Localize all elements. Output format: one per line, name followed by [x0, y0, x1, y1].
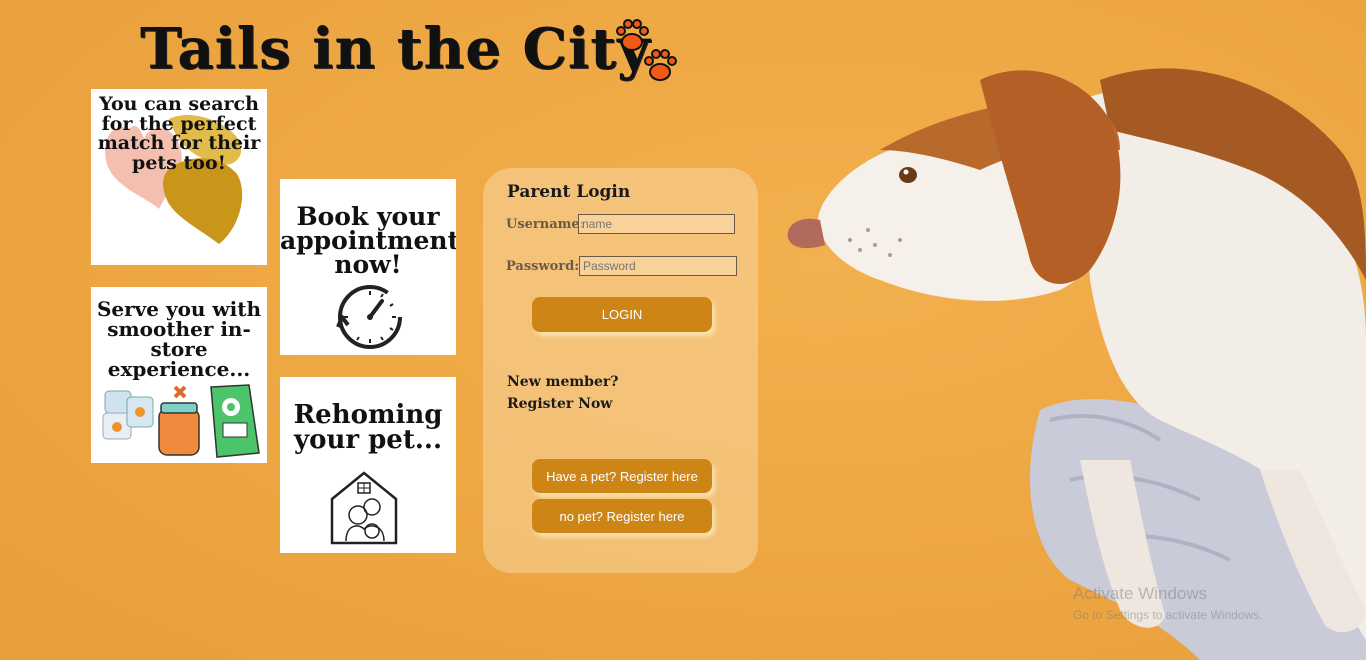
card-instore-experience[interactable]: Serve you with smoother in-store experie…: [91, 287, 267, 463]
username-input[interactable]: [578, 214, 735, 234]
beagle-dog-image: [787, 68, 1366, 660]
clock-icon: [336, 285, 402, 349]
pet-products-illustration: [102, 384, 260, 458]
register-now-link[interactable]: Register Now: [507, 393, 618, 415]
new-member-text: New member? Register Now: [507, 371, 618, 415]
login-title: Parent Login: [507, 182, 631, 202]
card-title: Book your appointment now!: [280, 202, 456, 279]
password-input[interactable]: [579, 256, 737, 276]
username-label: Username:: [506, 217, 585, 232]
password-label: Password:: [506, 259, 580, 274]
pet-house-icon: [330, 471, 398, 545]
new-member-line1: New member?: [507, 374, 619, 390]
register-no-pet-button[interactable]: no pet? Register here: [532, 499, 712, 533]
card-title: Serve you with smoother in-store experie…: [96, 297, 262, 381]
windows-activation-watermark: Activate Windows Go to Settings to activ…: [1073, 584, 1262, 622]
card-title: Rehoming your pet...: [293, 400, 443, 455]
watermark-line2: Go to Settings to activate Windows.: [1073, 608, 1263, 622]
paw-prints-icon: [616, 19, 677, 81]
card-rehoming[interactable]: Rehoming your pet...: [280, 377, 456, 553]
login-button[interactable]: LOGIN: [532, 297, 712, 332]
card-title: You can search for the perfect match for…: [97, 93, 261, 174]
register-with-pet-button[interactable]: Have a pet? Register here: [532, 459, 712, 493]
site-logo: Tails in the City: [140, 16, 651, 82]
card-book-appointment[interactable]: Book your appointment now!: [280, 179, 456, 355]
watermark-line1: Activate Windows: [1073, 584, 1208, 603]
card-search-match[interactable]: You can search for the perfect match for…: [91, 89, 267, 265]
